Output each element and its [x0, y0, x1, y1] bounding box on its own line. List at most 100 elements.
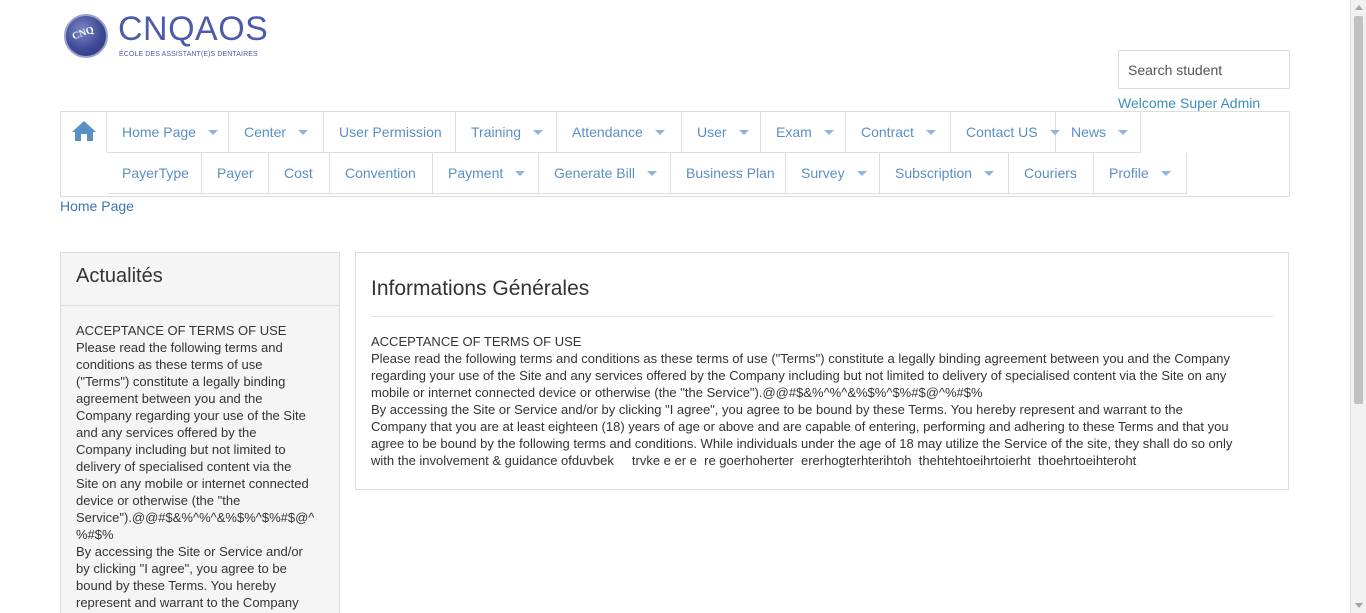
text-line: conditions as these terms of use	[76, 357, 263, 372]
text-line: with the involvement & guidance ofduvbek…	[371, 453, 1137, 468]
nav-item-label: Survey	[801, 165, 845, 181]
info-panel-body: ACCEPTANCE OF TERMS OF USE Please read th…	[371, 333, 1276, 469]
scroll-up-icon[interactable]	[1355, 5, 1363, 10]
text-line: mobile or internet connected device or o…	[371, 385, 983, 400]
caret-down-icon	[515, 170, 526, 176]
text-line: ("Terms") constitute a legally binding	[76, 374, 286, 389]
logo-emblem: CNQ	[64, 14, 108, 58]
news-panel-body: ACCEPTANCE OF TERMS OF USE Please read th…	[61, 306, 339, 611]
info-panel-title: Informations Générales	[371, 277, 590, 300]
info-panel: Informations Générales ACCEPTANCE OF TER…	[355, 252, 1289, 490]
text-line: bound by these Terms. You hereby	[76, 578, 276, 593]
nav-item-label: User	[697, 124, 727, 140]
text-line: agreement between you and the	[76, 391, 263, 406]
nav-item-convention[interactable]: Convention	[330, 153, 433, 194]
nav-item-news[interactable]: News	[1056, 112, 1141, 153]
nav-item-training[interactable]: Training	[456, 112, 557, 153]
nav-item-label: Profile	[1109, 165, 1149, 181]
nav-item-label: Subscription	[895, 165, 973, 181]
nav-item-payment[interactable]: Payment	[433, 153, 539, 194]
page: CNQ CNQAOS ÉCOLE DES ASSISTANT(E)S DENTA…	[0, 0, 1350, 613]
nav-item-label: Payment	[448, 165, 504, 181]
text-line: agree to be bound by the following terms…	[371, 436, 1233, 451]
nav-item-payer[interactable]: Payer	[202, 153, 269, 194]
caret-down-icon	[298, 129, 309, 135]
text-line: delivery of specialised content via the	[76, 459, 292, 474]
text-line: regarding your use of the Site and any s…	[371, 368, 1227, 383]
welcome-user-link[interactable]: Welcome Super Admin	[1118, 95, 1260, 111]
news-panel-heading: Actualités	[61, 253, 339, 306]
nav-item-exam[interactable]: Exam	[761, 112, 846, 153]
nav-item-contact-us[interactable]: Contact US	[951, 112, 1060, 153]
nav-item-cost[interactable]: Cost	[269, 153, 330, 194]
vertical-scrollbar[interactable]	[1350, 0, 1366, 613]
nav-item-label: Attendance	[572, 124, 643, 140]
nav-item-subscription[interactable]: Subscription	[880, 153, 1009, 194]
text-line: Service").@@#$&%^%^&%$%^$%#$@^	[76, 510, 315, 525]
caret-down-icon	[207, 129, 218, 135]
nav-item-label: Convention	[345, 165, 416, 181]
caret-down-icon	[925, 129, 936, 135]
logo-subtitle: ÉCOLE DES ASSISTANT(E)S DENTAIRES	[119, 51, 258, 58]
main-nav: Home Page Center User Permission Training At…	[60, 111, 1290, 197]
nav-item-label: Couriers	[1024, 165, 1077, 181]
nav-item-label: Generate Bill	[554, 165, 635, 181]
nav-item-survey[interactable]: Survey	[786, 153, 880, 194]
caret-down-icon	[646, 170, 657, 176]
text-line: Company regarding your use of the Site	[76, 408, 306, 423]
nav-item-label: Business Plan	[686, 165, 775, 181]
nav-item-generate-bill[interactable]: Generate Bill	[539, 153, 671, 194]
nav-item-label: Exam	[776, 124, 812, 140]
nav-item-label: Center	[244, 124, 287, 140]
nav-item-center[interactable]: Center	[229, 112, 324, 153]
text-line: By accessing the Site or Service and/or …	[371, 402, 1183, 417]
nav-item-label: News	[1071, 124, 1107, 140]
caret-down-icon	[1118, 129, 1129, 135]
scroll-down-icon[interactable]	[1355, 603, 1363, 608]
scrollbar-thumb[interactable]	[1354, 16, 1363, 404]
nav-item-contract[interactable]: Contract	[846, 112, 951, 153]
text-line: and any services offered by the	[76, 425, 257, 440]
caret-down-icon	[856, 170, 867, 176]
nav-item-couriers[interactable]: Couriers	[1009, 153, 1094, 194]
logo-title: CNQAOS	[118, 10, 269, 48]
text-line: Company that you are at least eighteen (…	[371, 419, 1229, 434]
nav-item-payertype[interactable]: PayerType	[107, 153, 202, 194]
nav-item-label: PayerType	[122, 165, 189, 181]
text-line: Please read the following terms and cond…	[371, 351, 1231, 366]
nav-home-button[interactable]	[61, 112, 107, 152]
nav-item-attendance[interactable]: Attendance	[557, 112, 682, 153]
nav-item-label: User Permission	[339, 124, 442, 140]
caret-down-icon	[984, 170, 995, 176]
caret-down-icon	[1160, 170, 1171, 176]
caret-down-icon	[823, 129, 834, 135]
text-line: Site on any mobile or internet connected	[76, 476, 309, 491]
nav-item-business-plan[interactable]: Business Plan	[671, 153, 786, 194]
text-line: device or otherwise (the "the	[76, 493, 241, 508]
nav-item-label: Payer	[217, 165, 254, 181]
text-line: Company including but not limited to	[76, 442, 286, 457]
search-input[interactable]	[1118, 50, 1290, 89]
nav-item-user[interactable]: User	[682, 112, 761, 153]
divider	[371, 316, 1273, 317]
text-line: ACCEPTANCE OF TERMS OF USE	[76, 323, 287, 338]
nav-item-label: Home Page	[122, 124, 196, 140]
logo-monogram: CNQ	[70, 24, 96, 43]
caret-down-icon	[533, 129, 544, 135]
nav-item-label: Contact US	[966, 124, 1038, 140]
nav-item-user-permission[interactable]: User Permission	[324, 112, 456, 153]
nav-item-profile[interactable]: Profile	[1094, 153, 1187, 194]
nav-item-label: Contract	[861, 124, 914, 140]
caret-down-icon	[654, 129, 665, 135]
nav-item-home-page[interactable]: Home Page	[107, 112, 229, 153]
text-line: ACCEPTANCE OF TERMS OF USE	[371, 334, 582, 349]
caret-down-icon	[738, 129, 749, 135]
nav-item-label: Cost	[284, 165, 313, 181]
text-line: By accessing the Site or Service and/or	[76, 544, 303, 559]
text-line: by clicking "I agree", you agree to be	[76, 561, 287, 576]
nav-item-label: Training	[471, 124, 522, 140]
text-line: Please read the following terms and	[76, 340, 283, 355]
home-icon	[72, 121, 96, 141]
text-line: %#$%	[76, 527, 114, 542]
breadcrumb[interactable]: Home Page	[60, 198, 134, 214]
